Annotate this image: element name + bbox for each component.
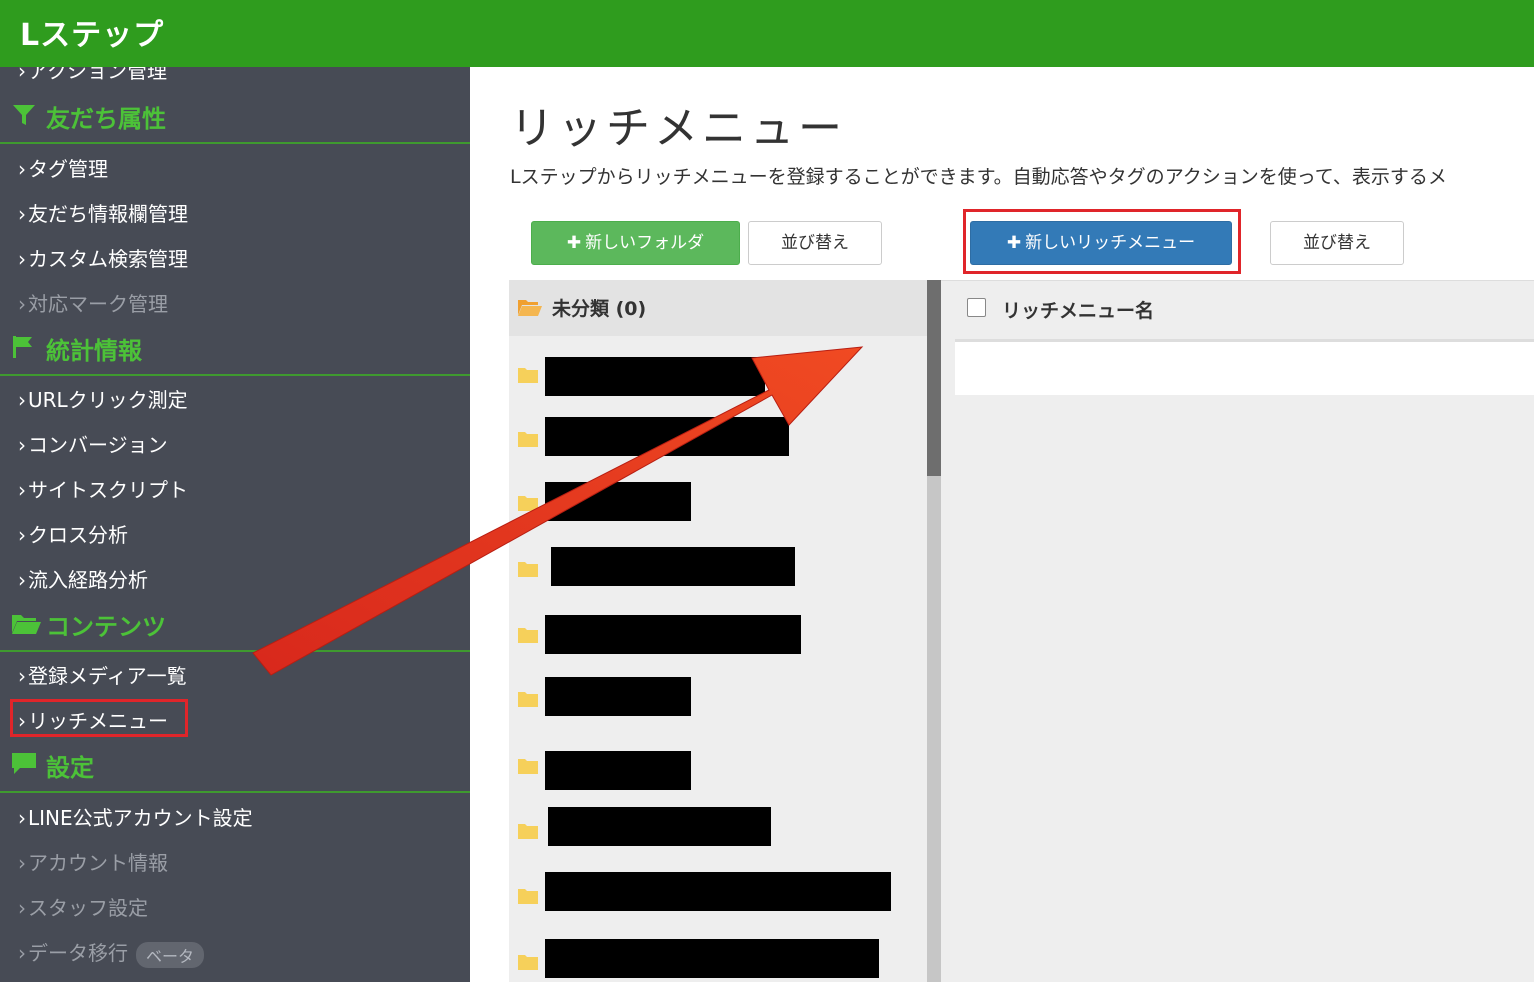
sidebar-item-site-script[interactable]: › サイトスクリプト [18,474,188,503]
sidebar-item-staff-settings[interactable]: › スタッフ設定 [18,892,148,921]
sidebar-item-custom-search-management[interactable]: › カスタム検索管理 [18,243,188,272]
filter-icon [13,105,35,125]
folder-icon [518,889,538,904]
sidebar-item-line-account-settings[interactable]: › LINE公式アカウント設定 [18,802,253,831]
sidebar-item-account-info[interactable]: › アカウント情報 [18,847,168,876]
folder-item-redacted[interactable] [545,482,691,521]
sort-folders-button[interactable]: 並び替え [748,221,882,265]
plus-icon: ✚ [566,233,582,253]
new-folder-button[interactable]: ✚ 新しいフォルダ [531,221,740,265]
highlight-box-new-button [963,209,1241,274]
folder-item-redacted[interactable] [545,872,891,911]
beta-badge: ベータ [136,941,205,968]
flag-icon [13,336,32,358]
folder-icon [518,368,538,383]
folder-item-redacted[interactable] [551,547,795,586]
highlight-box-sidebar [10,699,188,737]
select-all-checkbox[interactable] [967,298,986,317]
sidebar-item-inflow-analysis[interactable]: › 流入経路分析 [18,564,148,593]
sidebar-section-title: 統計情報 [46,337,142,365]
sort-rich-menus-button[interactable]: 並び替え [1270,221,1404,265]
sidebar-section-statistics: 統計情報 [0,317,470,376]
rich-menu-name-column-header: リッチメニュー名 [1002,300,1155,322]
sidebar-item-url-click[interactable]: › URLクリック測定 [18,384,188,413]
app-logo[interactable]: Lステップ [20,10,164,54]
folder-item-redacted[interactable] [545,615,801,654]
folder-icon [518,955,538,970]
folder-item-redacted[interactable] [545,357,765,396]
rich-menu-empty-row [955,339,1534,395]
sidebar-section-title: 友だち属性 [46,105,166,133]
sidebar-item-cross-analysis[interactable]: › クロス分析 [18,519,128,548]
page-description: Lステップからリッチメニューを登録することができます。自動応答やタグのアクション… [510,166,1447,188]
sidebar: › アクション管理 友だち属性 › タグ管理 › 友だち情報欄管理 › カスタム検索管理… [0,67,470,982]
folder-icon [518,692,538,707]
sidebar-section-title: コンテンツ [46,613,166,641]
folder-icon [518,496,538,511]
folder-icon [518,432,538,447]
top-bar: Lステップ [0,0,1534,67]
folder-open-icon [518,300,542,316]
sidebar-item-data-migration[interactable]: › データ移行 ベータ [18,937,205,968]
folder-item-redacted[interactable] [545,751,691,790]
sidebar-item-friend-info-management[interactable]: › 友だち情報欄管理 [18,198,188,227]
folder-open-icon [12,615,41,634]
folder-icon [518,628,538,643]
sidebar-item-media-list[interactable]: › 登録メディア一覧 [18,660,187,689]
sidebar-item-mark-management[interactable]: › 対応マーク管理 [18,288,168,317]
sidebar-section-settings: 設定 [0,734,470,793]
page-title: リッチメニュー [510,103,846,154]
sidebar-section-friend-attributes: 友だち属性 [0,67,470,144]
folder-item-redacted[interactable] [545,417,789,456]
sidebar-item-tag-management[interactable]: › タグ管理 [18,153,108,182]
folder-scrollbar-thumb[interactable] [927,280,941,476]
folder-item-redacted[interactable] [548,807,771,846]
folder-icon [518,759,538,774]
sidebar-section-contents: コンテンツ [0,593,470,652]
folder-item-redacted[interactable] [545,939,879,978]
sidebar-item-conversion[interactable]: › コンバージョン [18,429,168,458]
chat-bubble-icon [12,753,36,774]
folder-uncategorized-label: 未分類 (0) [552,298,647,320]
sidebar-section-title: 設定 [46,754,94,782]
folder-icon [518,824,538,839]
folder-icon [518,562,538,577]
folder-item-redacted[interactable] [545,677,691,716]
